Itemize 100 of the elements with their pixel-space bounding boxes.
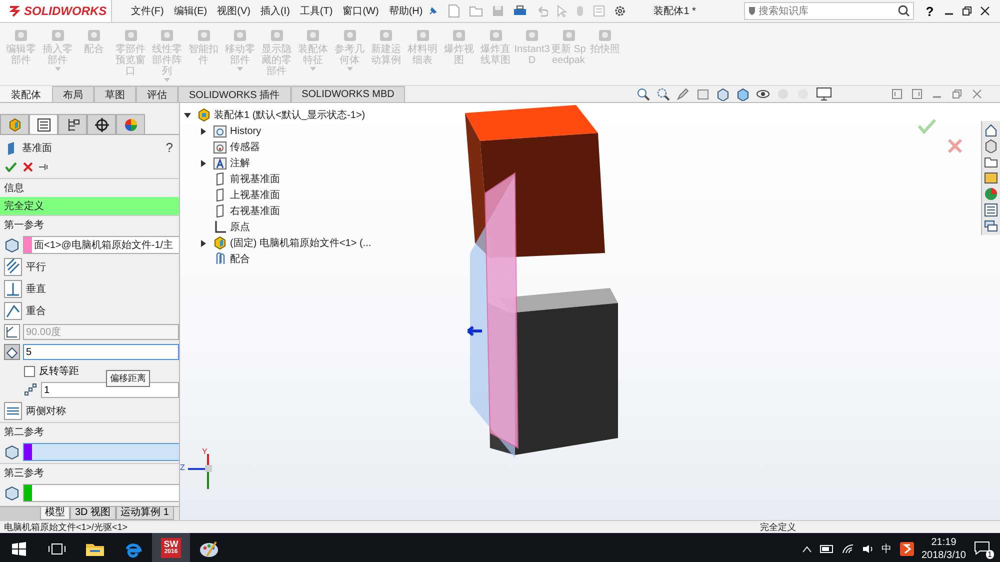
speaker-icon[interactable] bbox=[862, 544, 874, 554]
input-method-icon[interactable] bbox=[900, 542, 914, 556]
zoom-area-icon[interactable] bbox=[656, 87, 670, 101]
zoom-fit-icon[interactable] bbox=[636, 87, 650, 101]
app-logo[interactable]: SOLIDWORKS bbox=[0, 0, 112, 22]
model-tab[interactable]: 运动算例 1 bbox=[116, 507, 174, 520]
symmetric-icon[interactable] bbox=[4, 402, 22, 420]
caret-right-icon bbox=[200, 160, 207, 166]
list-icon[interactable] bbox=[984, 203, 998, 217]
monitor-icon[interactable] bbox=[816, 87, 832, 101]
angle-icon bbox=[4, 324, 20, 340]
tool-icon bbox=[488, 27, 504, 43]
section-title: 第一参考 bbox=[4, 218, 44, 232]
dropdown-arrow-icon bbox=[164, 78, 170, 82]
color-wheel-icon[interactable] bbox=[124, 118, 138, 132]
crosshair-icon[interactable] bbox=[94, 118, 108, 132]
tool-icon bbox=[232, 27, 248, 43]
reference-field[interactable]: 面<1>@电脑机箱原始文件-1/主 bbox=[23, 236, 179, 254]
help-button[interactable]: ? bbox=[166, 140, 173, 155]
command-tab[interactable]: 装配体 bbox=[0, 86, 52, 102]
command-tab[interactable]: SOLIDWORKS MBD bbox=[290, 86, 406, 102]
count-field[interactable]: 1 bbox=[41, 382, 179, 398]
settings-icon[interactable] bbox=[614, 5, 626, 17]
task-view-icon[interactable] bbox=[48, 542, 66, 556]
tree-item[interactable]: 原点 bbox=[230, 220, 250, 234]
option-label[interactable]: 平行 bbox=[26, 260, 46, 274]
command-tab[interactable]: 草图 bbox=[94, 86, 136, 102]
assembly-drawing[interactable] bbox=[465, 105, 618, 458]
folder-icon[interactable] bbox=[85, 541, 105, 557]
tree-item[interactable]: 传感器 bbox=[230, 140, 260, 154]
palette-icon[interactable] bbox=[199, 540, 219, 558]
notification-button[interactable]: 1 bbox=[974, 541, 992, 557]
tree-item[interactable]: History bbox=[230, 126, 262, 136]
tree-item[interactable]: 装配体1 (默认<默认_显示状态-1>) bbox=[214, 108, 366, 122]
help-button[interactable]: ? bbox=[924, 4, 936, 18]
tile-right-icon[interactable] bbox=[912, 89, 922, 99]
pin-icon[interactable] bbox=[428, 6, 438, 16]
panel-tab[interactable] bbox=[58, 114, 87, 134]
clock[interactable]: 21:19 2018/3/10 bbox=[922, 536, 966, 562]
tool-icon bbox=[86, 27, 102, 43]
dropdown-arrow-icon bbox=[346, 67, 352, 71]
close-icon[interactable] bbox=[980, 6, 990, 16]
input-method-indicator[interactable]: 中 bbox=[882, 542, 892, 556]
search-icon[interactable] bbox=[898, 5, 910, 17]
chat-icon[interactable] bbox=[984, 219, 998, 233]
menu-item[interactable]: 窗口(W) bbox=[338, 2, 384, 20]
pin-icon[interactable] bbox=[39, 163, 49, 171]
option-label[interactable]: 两侧对称 bbox=[26, 404, 66, 418]
distance-field[interactable]: 5 bbox=[23, 344, 179, 360]
dropdown-arrow-icon bbox=[54, 67, 60, 71]
cube-icon[interactable] bbox=[8, 118, 22, 132]
list-icon[interactable] bbox=[36, 118, 50, 132]
history-folder-icon bbox=[213, 124, 227, 138]
palette-icon[interactable] bbox=[984, 171, 998, 185]
restore-icon[interactable] bbox=[962, 6, 972, 16]
color-wheel-icon[interactable] bbox=[984, 187, 998, 201]
annotation-folder-icon bbox=[213, 156, 227, 170]
menu-item[interactable]: 工具(T) bbox=[294, 2, 338, 20]
menu-item[interactable]: 插入(I) bbox=[255, 2, 295, 20]
model-tab[interactable]: 模型 bbox=[40, 507, 70, 520]
tree-item[interactable]: (固定) 电脑机箱原始文件<1> (... bbox=[230, 236, 372, 250]
chevron-up-icon[interactable] bbox=[802, 545, 812, 553]
option-label[interactable]: 垂直 bbox=[26, 282, 46, 296]
tree-item[interactable]: 前视基准面 bbox=[230, 172, 280, 186]
wifi-icon[interactable] bbox=[842, 544, 854, 554]
parts-library-icon[interactable] bbox=[984, 139, 998, 153]
checkmark-icon[interactable] bbox=[917, 118, 937, 134]
panel-tab[interactable] bbox=[29, 114, 58, 134]
tree-icon[interactable] bbox=[66, 118, 80, 132]
battery-icon[interactable] bbox=[820, 545, 834, 553]
menu-item[interactable]: 帮助(H) bbox=[384, 2, 428, 20]
command-tab[interactable]: 评估 bbox=[136, 86, 178, 102]
parallel-icon[interactable] bbox=[4, 258, 22, 276]
panel-tab[interactable] bbox=[87, 114, 116, 134]
reference-field[interactable] bbox=[23, 443, 179, 461]
coincident-icon[interactable] bbox=[4, 302, 22, 320]
tree-item[interactable]: 配合 bbox=[230, 252, 250, 266]
model-tab[interactable]: 3D 视图 bbox=[70, 507, 116, 520]
tree-item[interactable]: 上视基准面 bbox=[230, 188, 280, 202]
perpendicular-icon[interactable] bbox=[4, 280, 22, 298]
tree-item[interactable]: 注解 bbox=[230, 156, 250, 170]
option-label[interactable]: 重合 bbox=[26, 304, 46, 318]
expand-toggle[interactable] bbox=[184, 112, 194, 118]
tile-left-icon[interactable] bbox=[892, 89, 902, 99]
home-icon[interactable] bbox=[984, 123, 998, 137]
menu-item[interactable]: 文件(F) bbox=[126, 2, 169, 20]
eye-icon[interactable] bbox=[756, 87, 770, 101]
reference-field[interactable] bbox=[23, 484, 179, 502]
printer-icon[interactable] bbox=[512, 5, 527, 17]
command-tab[interactable]: 布局 bbox=[52, 86, 94, 102]
section-title: 第二参考 bbox=[4, 426, 44, 439]
graphics-area[interactable]: 装配体1 (默认<默认_显示状态-1>) History 传感器 注解 前视基准面 上视基准面 右视基准面 原点 (固定) 电脑机箱原始文件<1> (... 配合 Y Z bbox=[180, 103, 1000, 520]
folder-icon[interactable] bbox=[984, 155, 998, 169]
tree-item[interactable]: 右视基准面 bbox=[230, 204, 280, 218]
command-tab[interactable]: SOLIDWORKS 插件 bbox=[178, 86, 291, 102]
search-field[interactable]: 搜索知识库 bbox=[744, 2, 914, 20]
tool-icon bbox=[342, 27, 358, 43]
checkmark-icon[interactable] bbox=[5, 162, 17, 172]
menu-item[interactable]: 视图(V) bbox=[212, 2, 256, 20]
menu-item[interactable]: 编辑(E) bbox=[168, 2, 212, 20]
